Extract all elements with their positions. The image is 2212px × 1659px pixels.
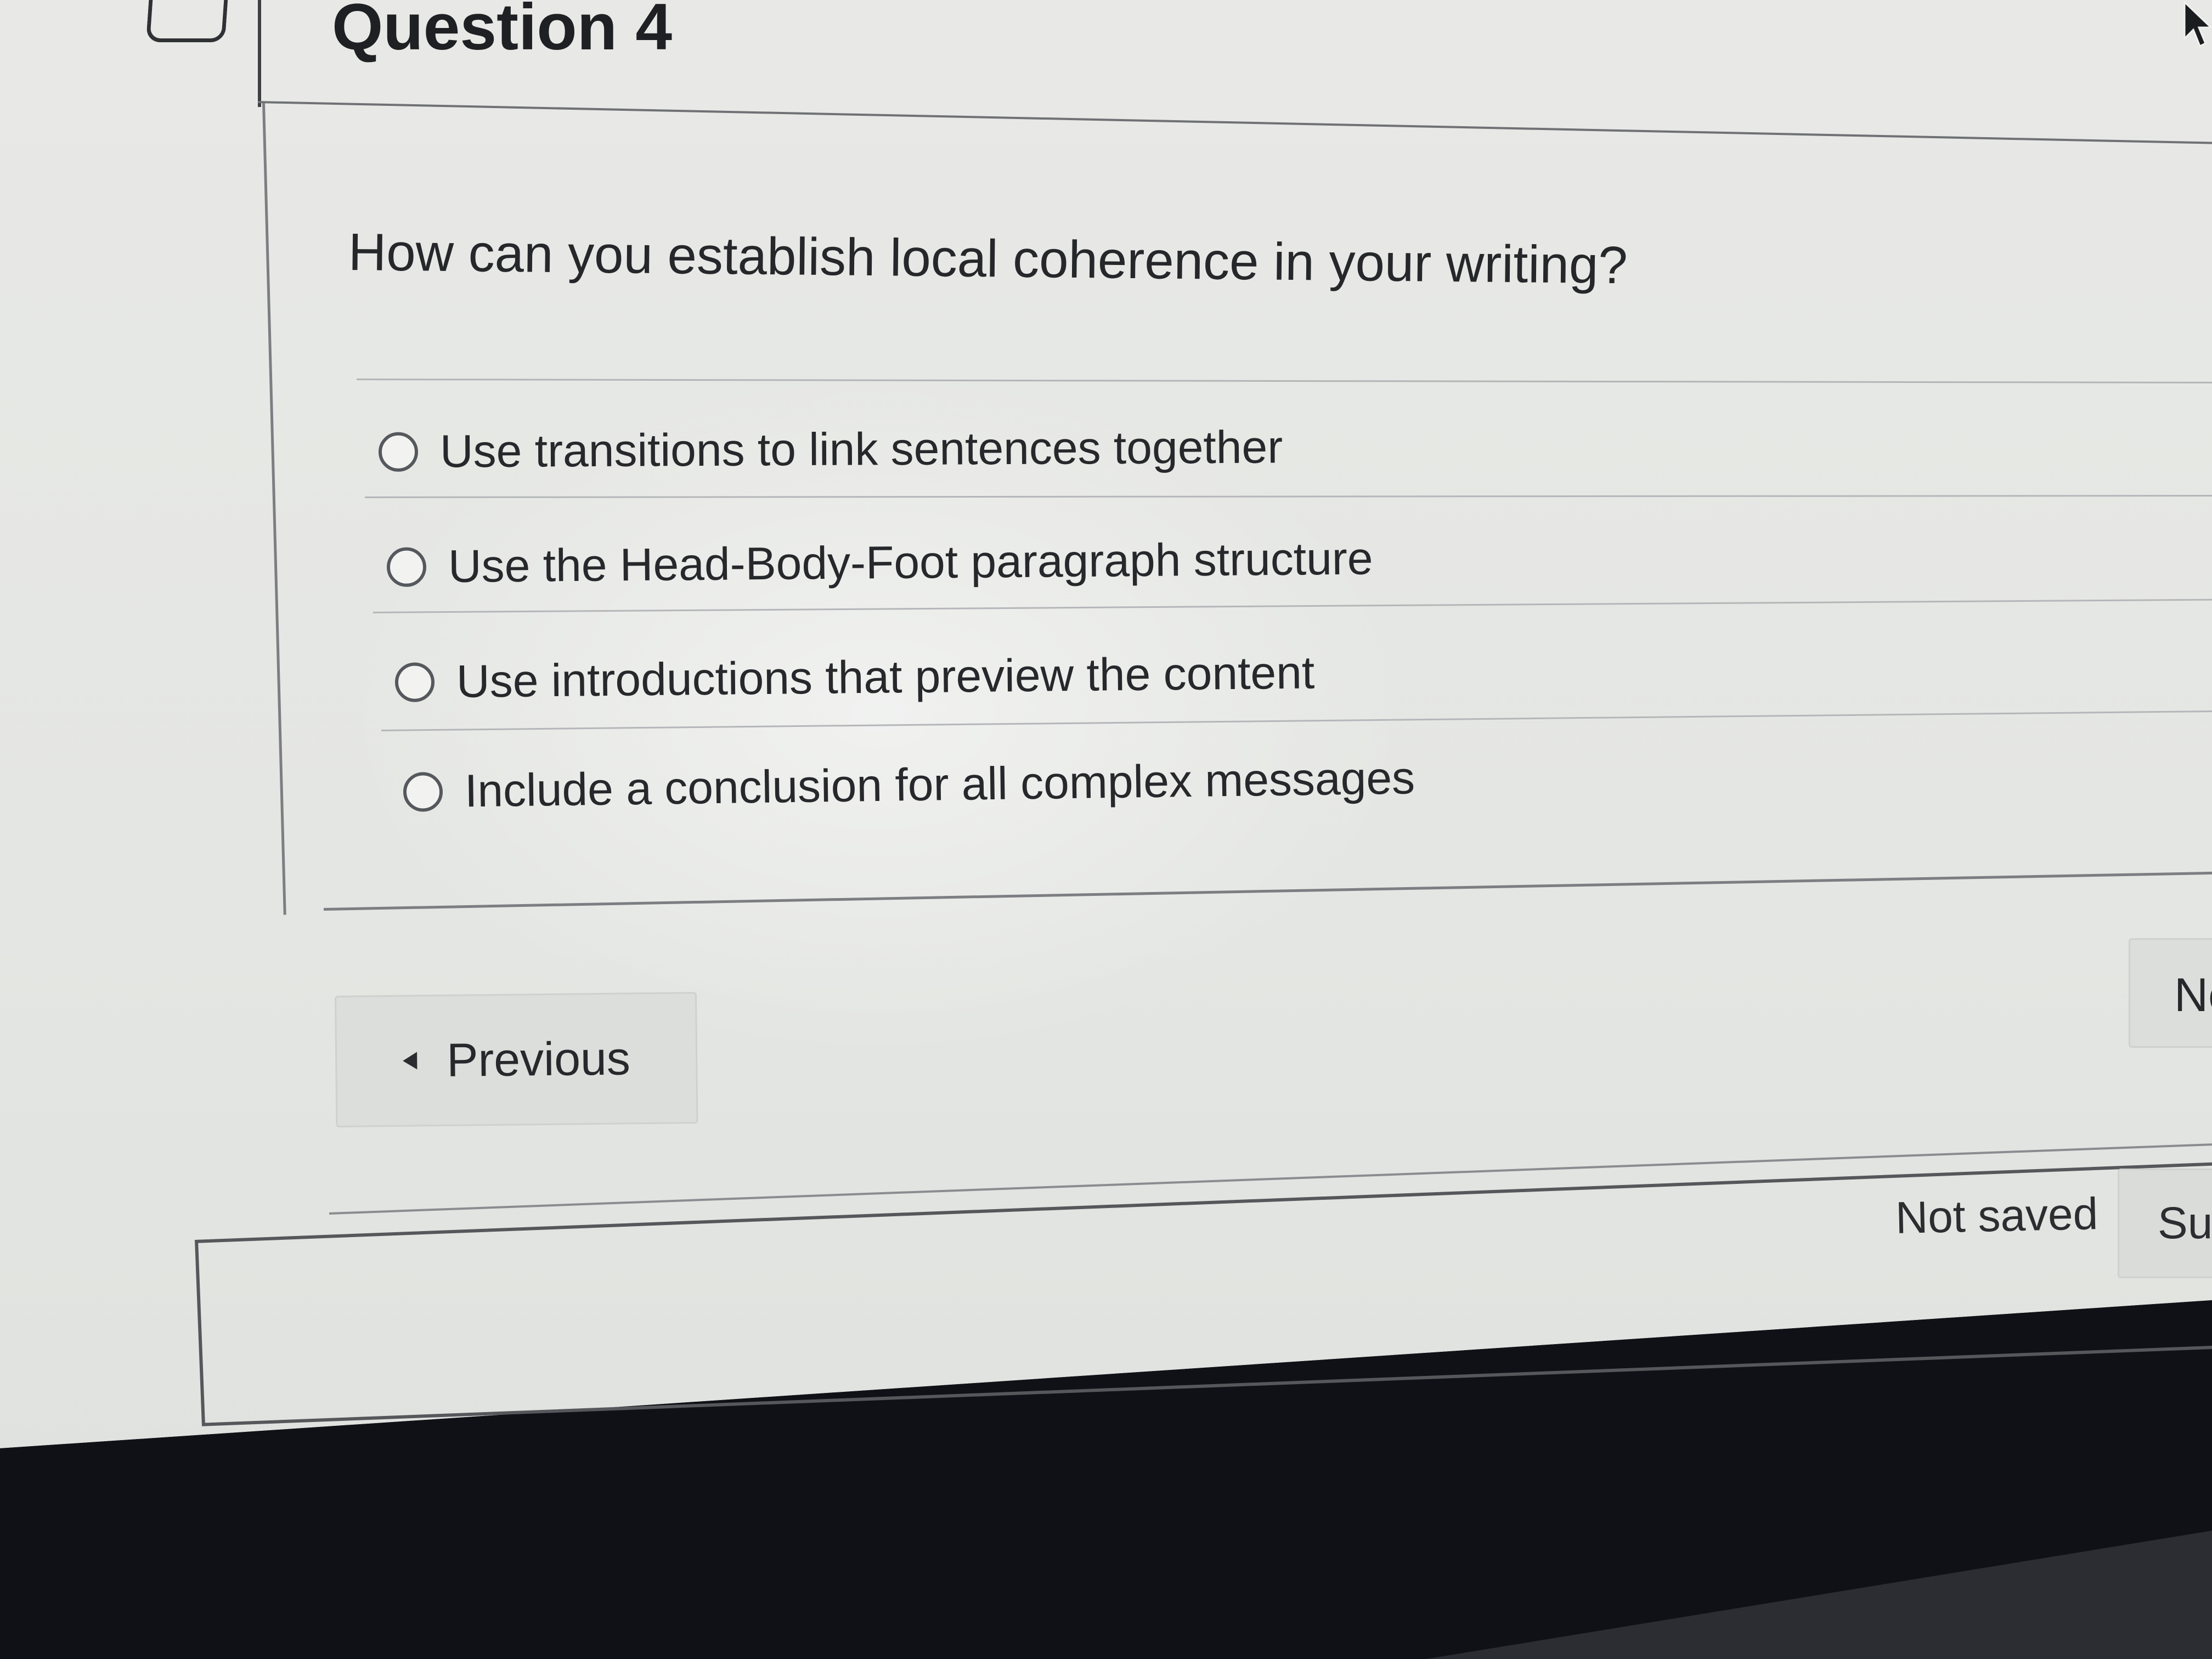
radio-button-icon[interactable] — [403, 771, 443, 812]
header-divider — [258, 0, 261, 107]
previous-button[interactable]: Previous — [335, 992, 698, 1127]
question-title: Question 4 — [332, 0, 673, 64]
next-button-label: Ne — [2174, 969, 2212, 1022]
submit-button-label: Sub — [2158, 1198, 2212, 1248]
radio-button-icon[interactable] — [386, 546, 427, 587]
previous-button-label: Previous — [446, 1031, 631, 1087]
answer-choice-label[interactable]: Use the Head-Body-Foot paragraph structu… — [448, 532, 1373, 593]
mouse-pointer-icon — [2183, 0, 2212, 48]
answer-choice-2[interactable]: Use the Head-Body-Foot paragraph structu… — [386, 532, 1373, 594]
next-button[interactable]: Ne — [2129, 938, 2212, 1048]
answer-choice-label[interactable]: Use transitions to link sentences togeth… — [440, 420, 1283, 478]
radio-button-icon[interactable] — [378, 432, 419, 472]
radio-button-icon[interactable] — [394, 662, 435, 702]
caret-left-icon — [403, 1052, 417, 1070]
save-status: Not saved — [1895, 1189, 2099, 1243]
answer-choice-1[interactable]: Use transitions to link sentences togeth… — [378, 420, 1283, 478]
submit-quiz-button[interactable]: Sub — [2118, 1169, 2212, 1278]
answer-choice-3[interactable]: Use introductions that preview the conte… — [394, 646, 1315, 709]
answer-choice-label[interactable]: Use introductions that preview the conte… — [456, 646, 1314, 708]
question-flag-icon[interactable] — [145, 0, 230, 42]
